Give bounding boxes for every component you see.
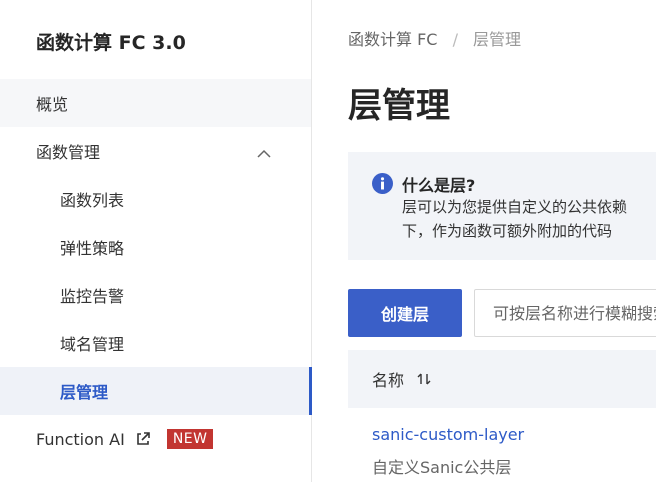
sidebar-item-label: 概览 [36,95,69,114]
create-layer-button[interactable]: 创建层 [348,289,462,337]
sidebar-item-label: 监控告警 [60,287,125,306]
sidebar-item-label: 弹性策略 [60,239,125,258]
breadcrumb-separator: / [452,30,458,49]
breadcrumb-root[interactable]: 函数计算 FC [348,30,437,49]
chevron-up-icon [257,149,271,158]
main-content: 函数计算 FC / 层管理 层管理 什么是层? 层可以为您提供自定义的公共依赖 … [312,0,656,482]
column-header-name: 名称 [372,371,405,390]
layer-description: 自定义Sanic公共层 [372,458,512,477]
info-icon [372,173,393,194]
sidebar-item-overview[interactable]: 概览 [0,79,311,127]
sidebar-item-function-ai[interactable]: Function AI NEW [0,415,311,463]
info-box: 什么是层? 层可以为您提供自定义的公共依赖 下，作为函数可额外附加的代码 [348,152,656,260]
sidebar-item-domain-management[interactable]: 域名管理 [0,319,311,367]
sidebar-item-elastic-policy[interactable]: 弹性策略 [0,223,311,271]
sidebar-item-monitoring-alerts[interactable]: 监控告警 [0,271,311,319]
info-title: 什么是层? [402,176,476,195]
info-text-line: 下，作为函数可额外附加的代码 [402,222,613,240]
search-input[interactable] [474,289,656,337]
page-title: 层管理 [348,86,450,126]
sidebar-title: 函数计算 FC 3.0 [36,32,186,54]
info-text-line: 层可以为您提供自定义的公共依赖 [402,198,628,216]
sidebar-item-label: 函数列表 [60,191,125,210]
sort-icon[interactable] [416,371,432,387]
sidebar-item-label: 层管理 [60,383,109,402]
breadcrumb-current: 层管理 [473,30,522,49]
sidebar-item-label: 函数管理 [36,143,101,162]
sidebar-item-label: Function AI [36,429,125,449]
breadcrumb: 函数计算 FC / 层管理 [348,26,521,50]
sidebar-item-function-management[interactable]: 函数管理 [0,127,311,175]
layer-name-link[interactable]: sanic-custom-layer [372,425,524,444]
table-header: 名称 [348,350,656,408]
sidebar-item-layer-management[interactable]: 层管理 [0,367,312,415]
new-badge: NEW [166,429,214,449]
sidebar: 函数计算 FC 3.0 概览 函数管理 函数列表 弹性策略 监控告警 域名管理 … [0,0,312,482]
external-link-icon [137,432,150,445]
sidebar-item-function-list[interactable]: 函数列表 [0,175,311,223]
sidebar-item-label: 域名管理 [60,335,125,354]
